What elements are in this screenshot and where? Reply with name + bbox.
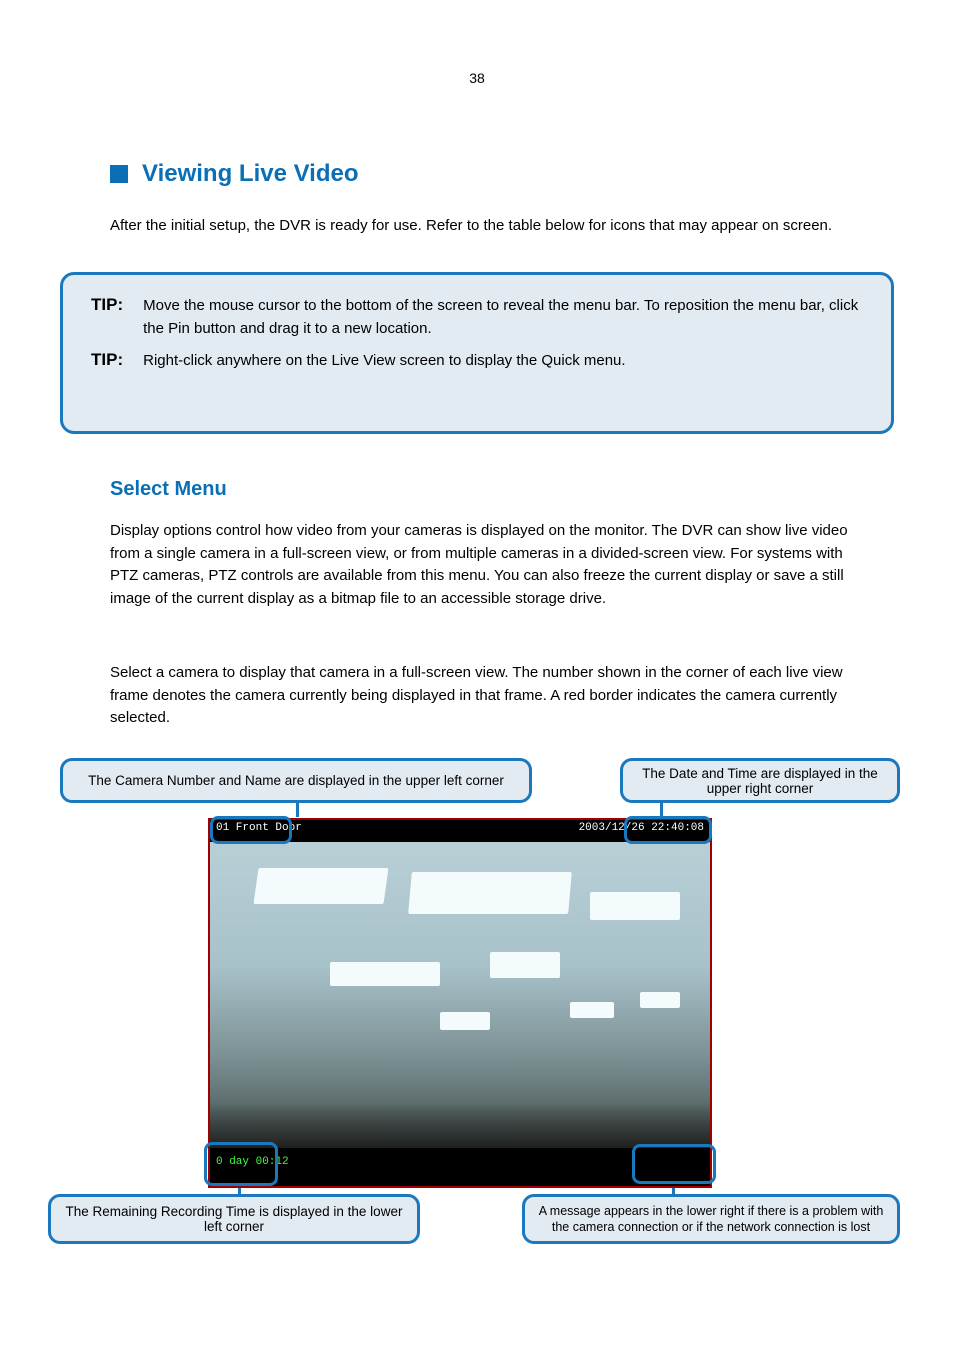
subsection-paragraph-1: Display options control how video from y… xyxy=(110,520,869,610)
tip-row: TIP: Move the mouse cursor to the bottom… xyxy=(91,295,863,340)
section-title: Viewing Live Video xyxy=(142,160,359,188)
tip-label: TIP: xyxy=(91,350,123,370)
live-view-screenshot: 01 Front Door 2003/12/26 22:40:08 0 day … xyxy=(208,818,712,1188)
page-number: 38 xyxy=(469,70,485,86)
connector-line xyxy=(660,803,663,817)
ceiling-light-icon xyxy=(440,1012,490,1030)
callout-remaining-time: The Remaining Recording Time is displaye… xyxy=(48,1194,420,1244)
camera-scene xyxy=(210,842,710,1152)
tip-text: Right-click anywhere on the Live View sc… xyxy=(143,350,625,373)
subsection-paragraph-2: Select a camera to display that camera i… xyxy=(110,662,869,730)
callout-datetime: The Date and Time are displayed in the u… xyxy=(620,758,900,803)
ceiling-light-icon xyxy=(640,992,680,1008)
ceiling-light-icon xyxy=(253,868,388,904)
subsection-title: Select Menu xyxy=(110,478,227,501)
ceiling-light-icon xyxy=(490,952,560,978)
ceiling-light-icon xyxy=(570,1002,614,1018)
callout-camera-label: The Camera Number and Name are displayed… xyxy=(60,758,532,803)
section-heading: Viewing Live Video xyxy=(110,160,359,188)
tip-box: TIP: Move the mouse cursor to the bottom… xyxy=(60,272,894,434)
intro-paragraph: After the initial setup, the DVR is read… xyxy=(110,215,869,238)
annotation-rect xyxy=(632,1144,716,1184)
tip-row: TIP: Right-click anywhere on the Live Vi… xyxy=(91,350,863,373)
callout-connection-warning: A message appears in the lower right if … xyxy=(522,1194,900,1244)
ceiling-light-icon xyxy=(330,962,440,986)
annotation-rect xyxy=(204,1142,278,1186)
tip-text: Move the mouse cursor to the bottom of t… xyxy=(143,295,863,340)
annotation-rect xyxy=(210,816,292,844)
connector-line xyxy=(296,803,299,817)
ceiling-light-icon xyxy=(408,872,572,914)
bullet-square-icon xyxy=(110,165,128,183)
annotation-rect xyxy=(624,816,712,844)
tip-label: TIP: xyxy=(91,295,123,315)
ceiling-light-icon xyxy=(590,892,680,920)
